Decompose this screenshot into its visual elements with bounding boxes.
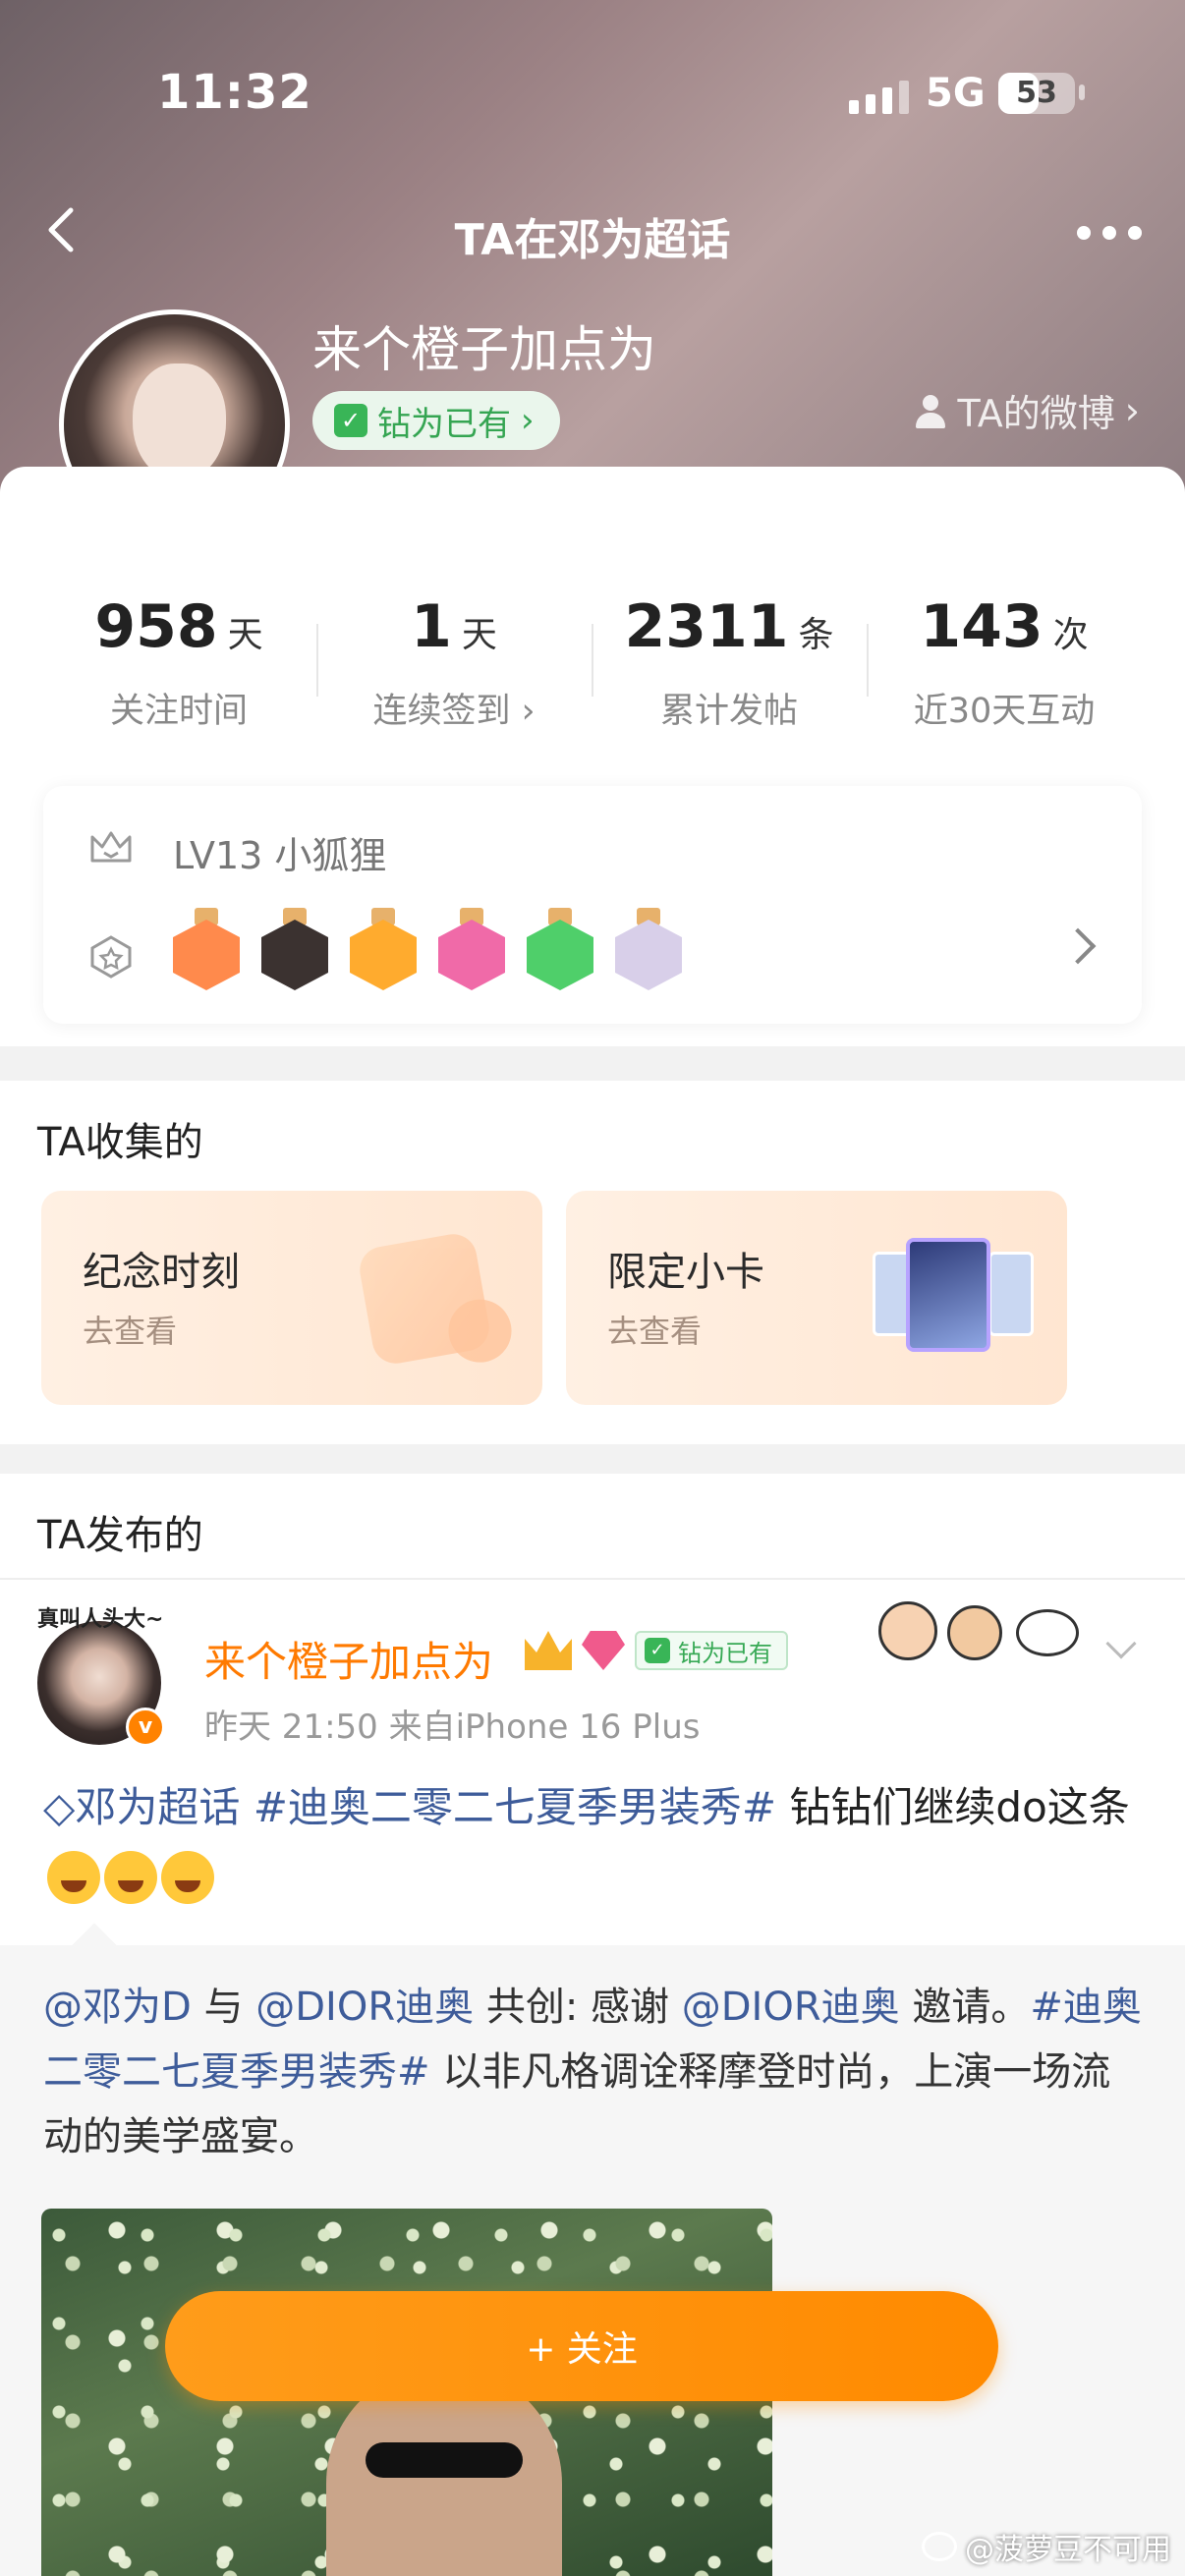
profile-username: 来个橙子加点为 (312, 321, 656, 378)
stat-label: 近30天互动 (913, 692, 1096, 731)
stat-label: 累计发帖 (659, 692, 798, 731)
repost-text-part: 共创: 感谢 (474, 1985, 682, 2030)
medal-list (173, 908, 682, 990)
page-title: TA在邓为超话 (454, 215, 731, 265)
post-body-text: 钻钻们继续do这条 (776, 1783, 1130, 1831)
verified-badge-icon: v (126, 1708, 165, 1747)
battery-icon: 53 (998, 73, 1075, 114)
diamond-status-badge: ✓ 钻为已有 (635, 1631, 788, 1670)
chevron-right-icon: › (521, 401, 535, 440)
stat-value: 958 (94, 592, 218, 661)
post-author-badges: ✓ 钻为已有 (525, 1631, 788, 1670)
stat-unit: 次 (1052, 615, 1089, 655)
fox-medal-icon (173, 908, 240, 990)
stat-divider (867, 624, 869, 697)
divider (0, 1578, 1185, 1580)
laughing-emoji-icon (47, 1850, 100, 1904)
ta-weibo-link[interactable]: TA的微博 › (913, 383, 1140, 437)
laughing-emoji-icon (161, 1850, 214, 1904)
follow-label: + 关注 (526, 2329, 638, 2370)
photo-cards-illustration (873, 1238, 1040, 1356)
stat-value: 2311 (624, 592, 789, 661)
memorial-moments-card[interactable]: 纪念时刻 去查看 (41, 1191, 542, 1405)
crown-icon (90, 831, 132, 863)
repost-text: @邓为D 与 @DIOR迪奥 共创: 感谢 @DIOR迪奥 邀请。#迪奥二零二七… (43, 1975, 1148, 2169)
card-subtitle: 去查看 (83, 1313, 178, 1350)
mention-link[interactable]: @DIOR迪奥 (682, 1985, 900, 2030)
level-medal-box[interactable]: LV13 小狐狸 (43, 786, 1142, 1024)
badge-icon (90, 935, 132, 979)
calendar-illustration (356, 1230, 493, 1368)
stat-unit: 天 (227, 615, 263, 655)
stat-checkin-days[interactable]: 1天 连续签到 › (316, 592, 592, 733)
stat-label: 连续签到 › (372, 692, 536, 731)
mention-link[interactable]: @邓为D (43, 1985, 192, 2030)
mention-link[interactable]: @DIOR迪奥 (255, 1985, 474, 2030)
cartoon-medal-icon (615, 908, 682, 990)
stat-unit: 天 (461, 615, 497, 655)
diamond-badge-icon (582, 1631, 625, 1670)
check-icon: ✓ (645, 1638, 670, 1663)
weibo-link-label: TA的微博 (957, 392, 1115, 435)
user-icon (913, 393, 948, 428)
stat-follow-days: 958 天 关注时间 (41, 592, 316, 733)
diamond-label: 钻为已有 (678, 1639, 772, 1667)
laughing-emoji-icon (104, 1850, 157, 1904)
posts-title: TA发布的 (37, 1513, 203, 1558)
watermark: @菠萝豆不可用 (922, 2525, 1171, 2568)
nav-bar: TA在邓为超话 (0, 187, 1185, 275)
repost-text-part: 邀请。 (899, 1985, 1031, 2030)
super-medal-icon (261, 908, 328, 990)
stat-total-posts: 2311 条 累计发帖 (592, 592, 867, 733)
stat-value: 1 (411, 592, 452, 661)
card-title: 限定小卡 (607, 1250, 764, 1295)
network-label: 5G (926, 71, 986, 116)
more-icon[interactable] (1077, 226, 1142, 240)
crown-medal-icon (350, 908, 417, 990)
level-text: LV13 小狐狸 (173, 834, 387, 877)
diamond-status-pill[interactable]: ✓ 钻为已有 › (312, 391, 560, 450)
battery-tip (1079, 84, 1085, 100)
crown-badge-icon (525, 1631, 572, 1670)
follow-button[interactable]: + 关注 (165, 2291, 998, 2401)
collection-section: TA收集的 纪念时刻 去查看 限定小卡 去查看 (0, 1081, 1185, 1444)
weibo-logo-icon (922, 2532, 957, 2561)
collection-title: TA收集的 (37, 1120, 203, 1165)
cartoon-sticker (869, 1582, 1104, 1670)
lv13-medal-icon (438, 908, 505, 990)
stat-unit: 条 (798, 615, 834, 655)
card-subtitle: 去查看 (607, 1313, 703, 1350)
battery-level: 53 (1016, 76, 1057, 110)
signal-icon (849, 81, 909, 114)
page: 11:32 5G 53 TA在邓为超话 v 来个橙子加点为 ✓ 钻为已有 › T… (0, 0, 1185, 2576)
chevron-down-icon[interactable] (1105, 1628, 1137, 1659)
supertopic-link[interactable]: ◇邓为超话 (43, 1783, 240, 1831)
reposted-content[interactable]: @邓为D 与 @DIOR迪奥 共创: 感谢 @DIOR迪奥 邀请。#迪奥二零二七… (0, 1923, 1185, 2576)
avatar-sticker-text: 真叫人头大~ (37, 1607, 164, 1632)
status-bar: 11:32 5G 53 (0, 0, 1185, 196)
repost-notch (72, 1923, 117, 1968)
stat-interactions: 143 次 近30天互动 (867, 592, 1142, 733)
check-icon: ✓ (334, 404, 367, 437)
chevron-right-icon (1059, 927, 1097, 965)
stat-label: 关注时间 (109, 692, 248, 731)
posts-section: TA发布的 真叫人头大~ v 来个橙子加点为 ✓ 钻为已有 昨天 21:50 来… (0, 1474, 1185, 2576)
post-text: ◇邓为超话 #迪奥二零二七夏季男装秀# 钻钻们继续do这条 (43, 1774, 1144, 1908)
diamond-label: 钻为已有 (377, 404, 511, 444)
repost-text-part: 与 (191, 1985, 256, 2030)
stat-divider (592, 624, 593, 697)
stat-value: 143 (920, 592, 1044, 661)
stat-divider (316, 624, 318, 697)
card-title: 纪念时刻 (83, 1250, 240, 1295)
chevron-right-icon: › (1124, 388, 1140, 432)
limited-cards-card[interactable]: 限定小卡 去查看 (566, 1191, 1067, 1405)
hand-medal-icon (527, 908, 593, 990)
watermark-text: @菠萝豆不可用 (965, 2533, 1171, 2567)
post-meta: 昨天 21:50 来自iPhone 16 Plus (204, 1708, 701, 1747)
hashtag-link[interactable]: #迪奥二零二七夏季男装秀# (254, 1783, 776, 1831)
post-author-name[interactable]: 来个橙子加点为 (204, 1629, 493, 1689)
status-time: 11:32 (157, 65, 312, 120)
supertopic-label: 邓为超话 (75, 1783, 241, 1831)
